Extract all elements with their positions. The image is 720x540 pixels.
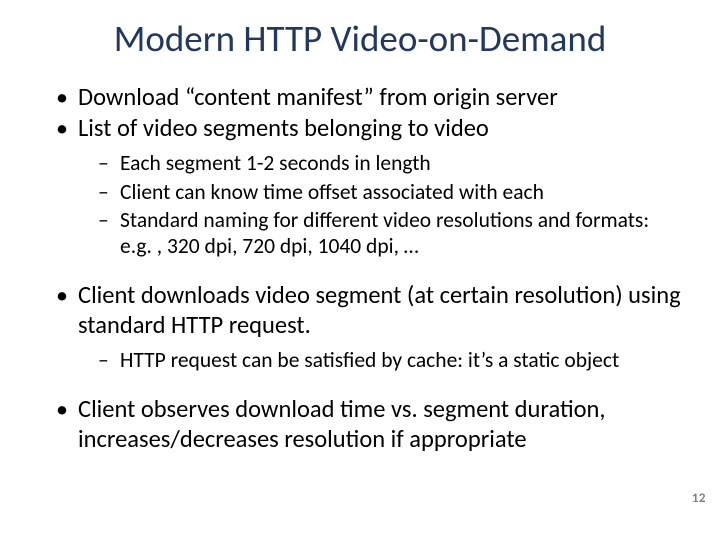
page-number: 12 xyxy=(692,491,706,506)
bullet-text: Download “content manifest” from origin … xyxy=(78,82,558,112)
list-item: Client observes download time vs. segmen… xyxy=(62,395,682,455)
list-item: HTTP request can be satisfied by cache: … xyxy=(106,347,682,373)
list-item: Download “content manifest” from origin … xyxy=(62,83,682,113)
sub-list: Each segment 1-2 seconds in length Clien… xyxy=(78,150,682,259)
bullet-text: Client observes download time vs. segmen… xyxy=(78,394,606,454)
list-item: Standard naming for different video reso… xyxy=(106,207,682,259)
list-item: Client downloads video segment (at certa… xyxy=(62,281,682,373)
sub-bullet-text: Client can know time offset associated w… xyxy=(120,179,544,205)
bullet-list: Download “content manifest” from origin … xyxy=(38,83,682,455)
sub-bullet-text: Standard naming for different video reso… xyxy=(120,207,649,259)
list-item: Each segment 1-2 seconds in length xyxy=(106,150,682,176)
slide: Modern HTTP Video-on-Demand Download “co… xyxy=(0,0,720,540)
bullet-text: List of video segments belonging to vide… xyxy=(78,113,489,143)
list-item: Client can know time offset associated w… xyxy=(106,179,682,205)
sub-bullet-text: Each segment 1-2 seconds in length xyxy=(120,150,431,176)
bullet-text: Client downloads video segment (at certa… xyxy=(78,280,681,340)
sub-list: HTTP request can be satisfied by cache: … xyxy=(78,347,682,373)
page-title: Modern HTTP Video-on-Demand xyxy=(38,18,682,61)
sub-bullet-text: HTTP request can be satisfied by cache: … xyxy=(120,347,619,373)
list-item: List of video segments belonging to vide… xyxy=(62,114,682,259)
